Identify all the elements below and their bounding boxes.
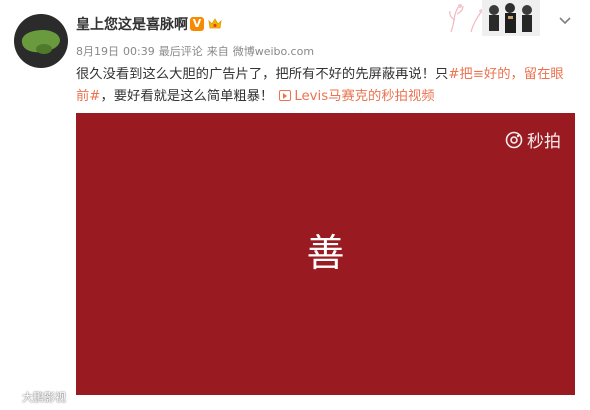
post-time[interactable]: 00:39 — [123, 45, 155, 58]
post-date[interactable]: 8月19日 — [76, 45, 119, 58]
watermark: 大鹏影视 — [6, 389, 66, 405]
post-source-prefix: 来自 — [206, 45, 229, 58]
member-decoration-characters-icon — [482, 0, 540, 36]
post-body-text: 很久没看到这么大胆的广告片了，把所有不好的先屏蔽再说！只 — [76, 67, 449, 82]
watermark-text: 大鹏影视 — [22, 391, 66, 404]
post-body-tail: ，要好看就是这么简单粗暴！ — [100, 89, 274, 104]
decoration-leaves-icon — [449, 4, 483, 33]
watermark-logo-icon — [6, 390, 20, 404]
avatar[interactable] — [14, 14, 68, 68]
username-link[interactable]: 皇上您这是喜脉啊 — [76, 16, 188, 34]
chevron-down-icon[interactable] — [557, 12, 573, 28]
video-player[interactable]: 秒拍 善 — [76, 113, 575, 395]
miaopai-logo: 秒拍 — [505, 127, 561, 152]
video-link[interactable]: Levis马赛克的秒拍视频 — [279, 89, 435, 104]
miaopai-brand-text: 秒拍 — [527, 132, 561, 152]
post-meta: 8月19日 00:39 最后评论 来自 微博weibo.com — [76, 45, 318, 59]
verified-v-icon[interactable]: V — [190, 17, 204, 31]
post-text: 很久没看到这么大胆的广告片了，把所有不好的先屏蔽再说！只#把≡好的，留在眼前#，… — [76, 64, 576, 108]
post-source[interactable]: 微博weibo.com — [233, 45, 314, 58]
frog-avatar-shape-detail — [36, 44, 52, 54]
member-crown-icon[interactable] — [207, 16, 223, 32]
video-link-label: Levis马赛克的秒拍视频 — [294, 89, 435, 104]
post-edited-label: 最后评论 — [158, 45, 203, 58]
video-center-text: 善 — [306, 231, 345, 275]
video-play-icon — [279, 90, 292, 101]
miaopai-logo-icon — [505, 131, 523, 148]
